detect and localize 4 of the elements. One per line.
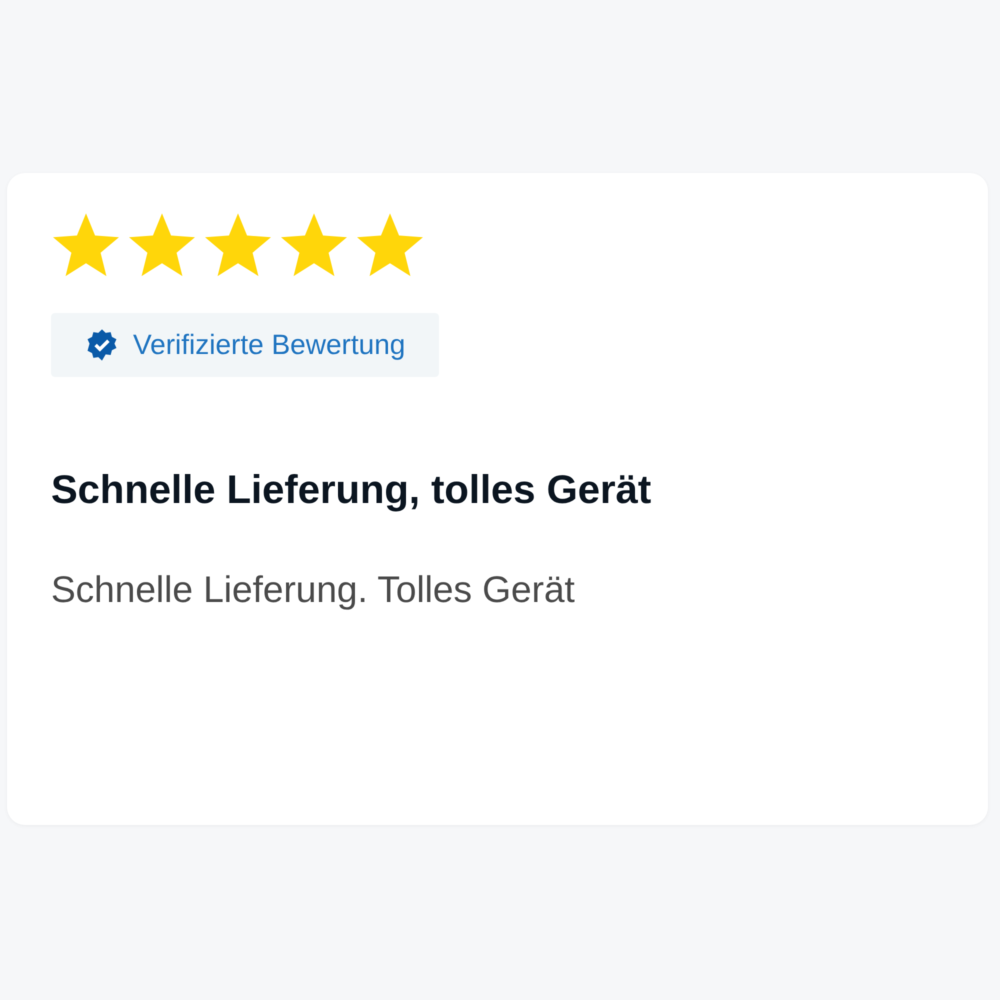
verified-check-icon <box>85 328 119 362</box>
badge-label: Verifizierte Bewertung <box>133 328 406 362</box>
review-title: Schnelle Lieferung, tolles Gerät <box>51 467 652 514</box>
review-text: Schnelle Lieferung. Tolles Gerät <box>51 568 576 612</box>
